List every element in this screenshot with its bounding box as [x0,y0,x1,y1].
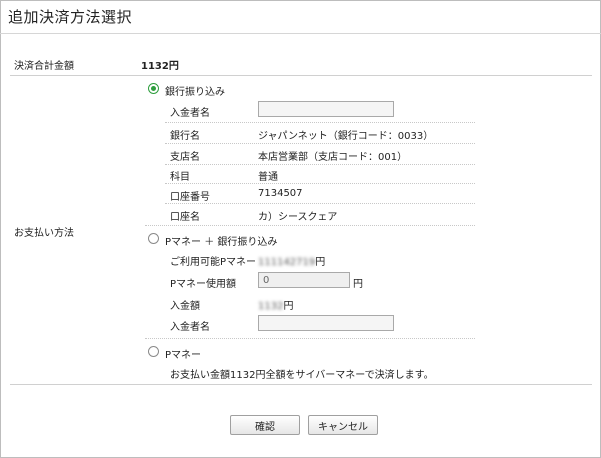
account-type-value: 普通 [258,172,278,183]
pmoney-use-label: Pマネー使用額 [170,279,237,290]
option-pmoney-bank-label[interactable]: Pマネー ＋ 銀行振り込み [165,233,277,248]
confirm-button[interactable]: 確認 [230,415,300,435]
available-pmoney-label: ご利用可能Pマネー [170,257,257,268]
option-bank-transfer-label[interactable]: 銀行振り込み [165,83,225,98]
radio-pmoney[interactable] [148,346,159,357]
row-divider [165,143,475,144]
row-divider [165,183,475,184]
bank-name-value: ジャパンネット（銀行コード：0033） [258,131,434,142]
account-name-value: カ）シースクェア [258,212,338,223]
depositor-name-input[interactable] [258,101,394,117]
title-divider [0,33,601,34]
pmoney-use-input[interactable] [258,272,350,288]
account-type-label: 科目 [170,172,190,183]
payment-method-label: お支払い方法 [14,228,74,239]
depositor-name-input-2[interactable] [258,315,394,331]
available-pmoney-value: 111142719円 [258,253,325,268]
option-divider [145,225,475,226]
account-number-label: 口座番号 [170,192,210,203]
radio-bank-transfer[interactable] [148,83,159,94]
form-bottom-divider [10,384,592,385]
pmoney-use-unit: 円 [353,279,363,290]
option-divider [145,338,475,339]
depositor-name-label-2: 入金者名 [170,322,210,333]
deposit-amount-label: 入金額 [170,301,200,312]
option-pmoney-label[interactable]: Pマネー [165,346,201,361]
total-label: 決済合計金額 [14,61,74,72]
total-value: 1132円 [141,61,179,72]
account-number-value: 7134507 [258,188,303,199]
account-name-label: 口座名 [170,212,200,223]
branch-name-label: 支店名 [170,152,200,163]
branch-name-value: 本店営業部（支店コード：001） [258,152,408,163]
page-frame [0,0,601,458]
depositor-name-label: 入金者名 [170,108,210,119]
available-pmoney-unit: 円 [315,257,326,268]
page-title: 追加決済方法選択 [8,8,133,26]
pmoney-note: お支払い金額1132円全額をサイバーマネーで決済します。 [170,370,434,381]
deposit-amount-unit: 円 [283,301,294,312]
cancel-button[interactable]: キャンセル [308,415,378,435]
row-divider [165,203,475,204]
row-divider [165,164,475,165]
total-divider [10,75,592,76]
radio-pmoney-bank-transfer[interactable] [148,233,159,244]
bank-name-label: 銀行名 [170,131,200,142]
row-divider [165,122,475,123]
deposit-amount-value: 1132円 [258,297,293,312]
available-pmoney-amount: 111142719 [258,257,316,268]
deposit-amount-number: 1132 [258,301,284,312]
